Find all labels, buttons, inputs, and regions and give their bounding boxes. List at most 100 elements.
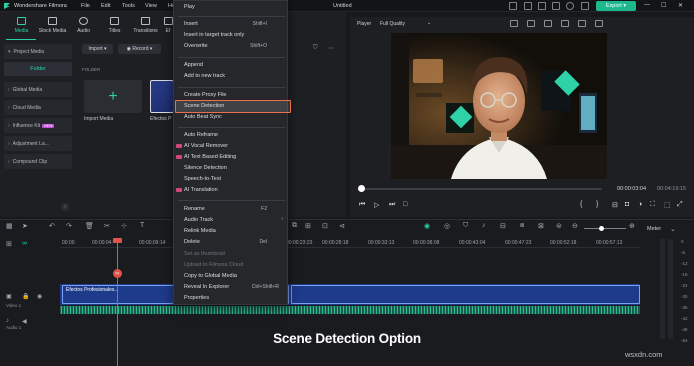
chevron-down-icon[interactable]: ⌄: [670, 225, 676, 233]
menu-item-audio-track[interactable]: Audio Track: [184, 217, 213, 223]
zoom-out-icon[interactable]: ⊖: [572, 222, 578, 230]
monitor-output-icon[interactable]: ⊟: [612, 201, 618, 209]
sidebar-item-cloud-media[interactable]: › Cloud Media: [4, 100, 72, 115]
snapshot-icon[interactable]: [510, 20, 518, 27]
mic-icon[interactable]: ♪: [482, 222, 486, 229]
snapshot-icon[interactable]: ⬚: [664, 201, 671, 209]
sidebar-item-project-media[interactable]: ▾ Project Media: [4, 44, 72, 59]
menu-item-ai-vocal-remover[interactable]: AI Vocal Remover: [184, 143, 228, 149]
playhead-handle[interactable]: [113, 238, 122, 243]
mark-in-icon[interactable]: {: [580, 201, 582, 208]
sidebar-item-influence-kit[interactable]: › Influence Kit NEW: [4, 118, 72, 133]
export-button[interactable]: Export ▾: [596, 1, 636, 11]
edit-icon[interactable]: ⊟: [500, 222, 506, 230]
save-icon[interactable]: [524, 2, 532, 10]
menu-item-auto-reframe[interactable]: Auto Reframe: [184, 132, 218, 138]
scene-icon[interactable]: ⊠: [538, 222, 544, 230]
tab-titles[interactable]: Titles: [99, 17, 130, 39]
expand-icon[interactable]: ⤢: [677, 201, 683, 209]
crop-icon[interactable]: ⊹: [121, 222, 127, 230]
audio-waveform[interactable]: [60, 306, 640, 314]
mute-icon[interactable]: ◀: [22, 318, 27, 325]
video-clip[interactable]: [291, 285, 640, 304]
overlay-icon[interactable]: [578, 20, 586, 27]
zoom-in-icon[interactable]: ⊕: [629, 222, 635, 230]
import-button[interactable]: Import ▾: [82, 44, 113, 54]
previous-frame-icon[interactable]: ⏮: [359, 201, 365, 209]
playhead[interactable]: [117, 240, 118, 366]
ai-icon[interactable]: ⧈: [520, 222, 524, 230]
menu-item-auto-beat-sync[interactable]: Auto Beat Sync: [184, 114, 222, 120]
menu-item-ai-text-editing[interactable]: AI Text Based Editing: [184, 154, 236, 160]
ratio-icon[interactable]: [544, 20, 552, 27]
split-icon[interactable]: ✂: [104, 222, 110, 230]
menu-item-overwrite[interactable]: Overwrite: [184, 43, 208, 49]
menu-tools[interactable]: Tools: [122, 3, 135, 9]
render-icon[interactable]: [561, 20, 569, 27]
menu-item-relink-media[interactable]: Relink Media: [184, 228, 216, 234]
menu-item-create-proxy[interactable]: Create Proxy File: [184, 92, 227, 98]
maximize-icon[interactable]: ☐: [661, 2, 666, 9]
add-track-icon[interactable]: ⊞: [6, 240, 12, 248]
delete-icon[interactable]: 🗑: [85, 222, 94, 230]
tab-media[interactable]: Media: [6, 17, 37, 39]
menu-item-insert[interactable]: Insert: [184, 21, 198, 27]
video-preview[interactable]: [391, 33, 607, 179]
menu-item-play[interactable]: Play: [184, 4, 195, 10]
mark-out-icon[interactable]: }: [596, 201, 598, 208]
menu-item-rename[interactable]: Rename: [184, 206, 205, 212]
notification-icon[interactable]: [581, 2, 589, 10]
menu-item-copy-global-media[interactable]: Copy to Global Media: [184, 273, 237, 279]
quality-select[interactable]: Full Quality: [380, 21, 405, 27]
sidebar-item-adjustment-layer[interactable]: › Adjustment La...: [4, 136, 72, 151]
marker-icon[interactable]: ⊞: [305, 222, 311, 230]
speed-icon[interactable]: ⊡: [322, 222, 328, 230]
select-tool-icon[interactable]: ➤: [22, 222, 28, 230]
playback-scrubber[interactable]: [360, 188, 602, 190]
menu-item-append[interactable]: Append: [184, 62, 203, 68]
menu-item-reveal-explorer[interactable]: Reveal In Explorer: [184, 284, 229, 290]
split-marker-icon[interactable]: ✂: [113, 269, 122, 278]
scrubber-handle[interactable]: [358, 185, 365, 192]
shield-icon[interactable]: ⛉: [463, 222, 468, 230]
sidebar-item-global-media[interactable]: › Global Media: [4, 82, 72, 97]
menu-view[interactable]: View: [145, 3, 157, 9]
keyframe-icon[interactable]: ⊲: [339, 222, 345, 230]
eye-icon[interactable]: ◉: [37, 293, 42, 300]
menu-item-insert-target[interactable]: Insert in target track only: [184, 32, 244, 38]
menu-icon[interactable]: [595, 20, 603, 27]
minimize-icon[interactable]: —: [644, 2, 650, 8]
sidebar-item-folder[interactable]: Folder: [4, 62, 72, 76]
menu-item-add-new-track[interactable]: Add to new track: [184, 73, 225, 79]
monitor-icon[interactable]: [509, 2, 517, 10]
render-preview-icon[interactable]: ◉: [424, 222, 430, 230]
menu-file[interactable]: File: [81, 3, 90, 9]
close-icon[interactable]: ✕: [678, 2, 683, 9]
zoom-slider-handle[interactable]: [599, 226, 604, 231]
volume-icon[interactable]: ◑: [638, 201, 642, 208]
chevron-down-icon[interactable]: ⌄: [427, 20, 431, 26]
redo-icon[interactable]: ↷: [66, 222, 72, 230]
menu-item-silence-detection[interactable]: Silence Detection: [184, 165, 227, 171]
undo-icon[interactable]: ↶: [49, 222, 55, 230]
stop-icon[interactable]: □: [403, 201, 407, 208]
sidebar-item-compound-clip[interactable]: › Compound Clip: [4, 154, 72, 169]
profile-icon[interactable]: [566, 2, 574, 10]
zoom-slider[interactable]: [584, 228, 626, 229]
tab-audio[interactable]: Audio: [68, 17, 99, 39]
audio-mix-icon[interactable]: ⊜: [556, 222, 562, 230]
layout-toggle-icon[interactable]: ▦: [6, 222, 13, 230]
layout-icon[interactable]: [538, 2, 546, 10]
snap-icon[interactable]: ⧉: [292, 222, 297, 230]
auto-ripple-icon[interactable]: ◎: [444, 222, 450, 230]
menu-item-ai-translation[interactable]: AI Translation: [184, 187, 218, 193]
menu-item-properties[interactable]: Properties: [184, 295, 209, 301]
more-icon[interactable]: ⋯: [328, 45, 334, 52]
next-frame-icon[interactable]: ⏭: [389, 201, 395, 209]
collapse-sidebar-button[interactable]: ‹: [61, 203, 69, 211]
media-clip-thumbnail[interactable]: [150, 80, 174, 113]
tab-transitions[interactable]: Transitions: [130, 17, 161, 39]
filter-icon[interactable]: ⛉: [313, 45, 318, 52]
import-media-tile[interactable]: +: [84, 80, 142, 113]
tab-stock-media[interactable]: Stock Media: [37, 17, 68, 39]
